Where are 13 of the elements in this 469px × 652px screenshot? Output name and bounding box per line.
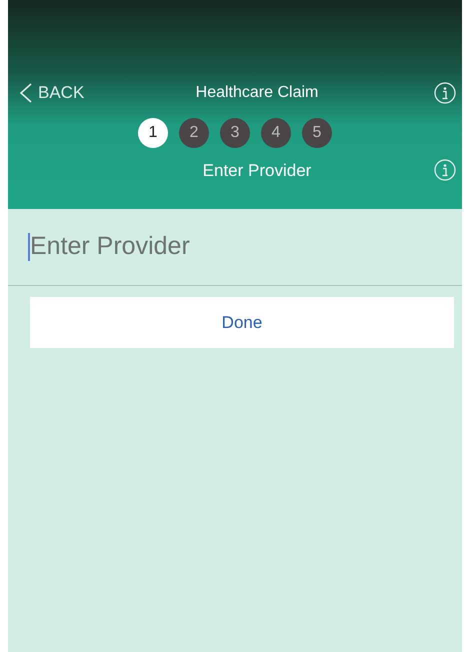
step-indicator[interactable]: 1 [138,118,168,148]
step-indicator[interactable]: 2 [179,118,209,148]
info-icon[interactable] [434,159,456,182]
step-indicator[interactable]: 3 [220,118,250,148]
back-button[interactable]: BACK [18,80,108,106]
done-button[interactable]: Done [30,297,454,348]
step-indicator[interactable]: 4 [261,118,291,148]
provider-field[interactable]: Enter Provider [30,228,462,266]
chevron-left-icon [18,82,34,104]
info-icon[interactable] [434,82,456,104]
step-indicator[interactable]: 5 [302,118,332,148]
step-title: Enter Provider [202,160,312,182]
screen-title: Healthcare Claim [194,82,320,103]
